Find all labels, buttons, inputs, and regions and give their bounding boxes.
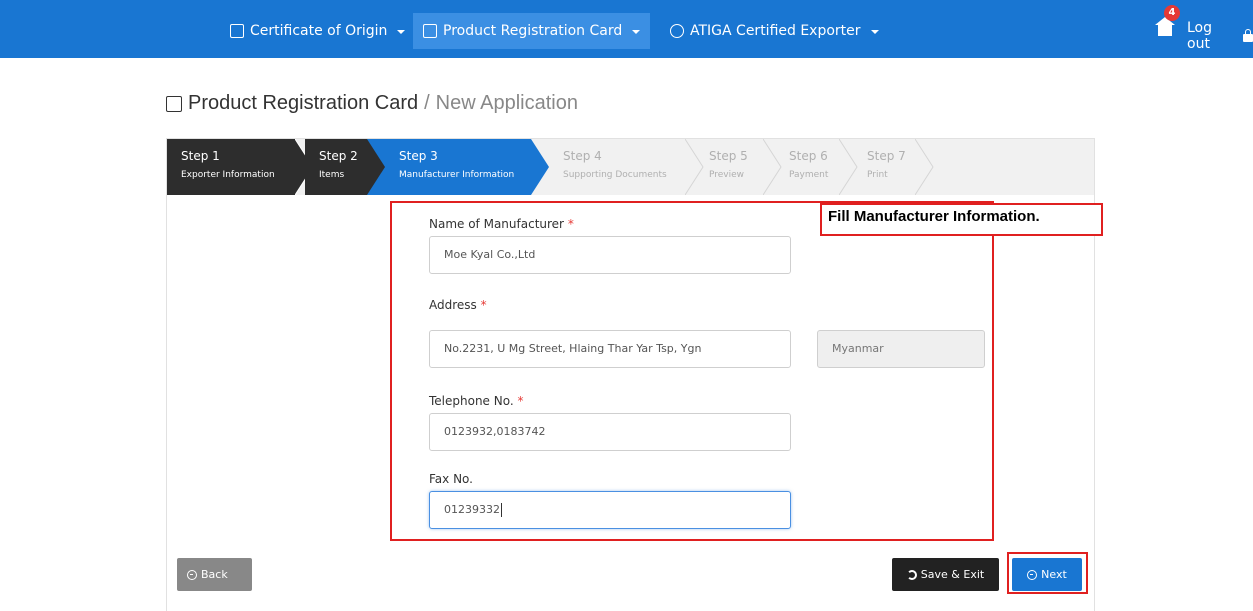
step-4[interactable]: Step 4 Supporting Documents [549, 139, 685, 195]
home-button[interactable] [1155, 17, 1178, 40]
logout-label: Log out [1187, 20, 1213, 52]
next-button-label: Next [1041, 568, 1067, 581]
notification-badge: 4 [1164, 5, 1180, 21]
page-title-main: Product Registration Card [188, 92, 419, 114]
step-subtitle: Items [319, 170, 345, 180]
fax-label: Fax No. [429, 472, 473, 486]
manufacturer-label: Name of Manufacturer * [429, 217, 574, 231]
step-subtitle: Preview [709, 170, 745, 180]
required-asterisk: * [480, 298, 487, 312]
lock-icon [1243, 29, 1253, 42]
step-2[interactable]: Step 2 Items [305, 139, 367, 195]
required-asterisk: * [567, 217, 574, 231]
step-title: Step 1 [181, 149, 220, 163]
step-title: Step 2 [319, 149, 358, 163]
chevron-down-icon [870, 30, 879, 34]
save-exit-button[interactable]: Save & Exit [892, 558, 999, 591]
step-title: Step 6 [789, 149, 828, 163]
nav-certificate-label: Certificate of Origin [250, 23, 388, 39]
fax-label-text: Fax No. [429, 472, 473, 486]
address-input[interactable]: No.2231, U Mg Street, Hlaing Thar Yar Ts… [429, 330, 791, 368]
undo-icon [906, 569, 917, 580]
step-1[interactable]: Step 1 Exporter Information [167, 139, 295, 195]
logout-link[interactable]: Log out [1187, 20, 1253, 52]
telephone-label: Telephone No. * [429, 394, 524, 408]
arrow-right-circle-icon [1027, 569, 1038, 580]
step-subtitle: Payment [789, 170, 829, 180]
page-title: Product Registration Card / New Applicat… [166, 92, 578, 115]
address-label-text: Address [429, 298, 477, 312]
id-card-icon [166, 95, 182, 112]
nav-atiga-label: ATIGA Certified Exporter [690, 23, 861, 39]
nav-product-label: Product Registration Card [443, 23, 623, 39]
step-3[interactable]: Step 3 Manufacturer Information [385, 139, 531, 195]
back-button[interactable]: Back [177, 558, 252, 591]
nav-product-registration-card[interactable]: Product Registration Card [413, 13, 651, 49]
manufacturer-name-input[interactable]: Moe Kyal Co.,Ltd [429, 236, 791, 274]
step-7[interactable]: Step 7 Print [853, 139, 913, 195]
step-subtitle: Print [867, 170, 888, 180]
step-title: Step 4 [563, 149, 602, 163]
telephone-label-text: Telephone No. [429, 394, 514, 408]
step-5[interactable]: Step 5 Preview [695, 139, 765, 195]
fax-input-value: 01239332 [444, 503, 500, 516]
document-icon [230, 24, 244, 38]
nav-atiga-certified-exporter[interactable]: ATIGA Certified Exporter [670, 13, 879, 49]
step-subtitle: Supporting Documents [563, 170, 667, 180]
manufacturer-label-text: Name of Manufacturer [429, 217, 564, 231]
fax-input[interactable]: 01239332 [429, 491, 791, 529]
telephone-input[interactable]: 0123932,0183742 [429, 413, 791, 451]
page-title-sub: New Application [435, 92, 578, 114]
top-navbar: Certificate of Origin Product Registrati… [0, 0, 1253, 58]
step-title: Step 3 [399, 149, 438, 163]
chevron-down-icon [397, 30, 406, 34]
wizard-steps: Step 1 Exporter Information Step 2 Items… [167, 139, 1094, 195]
breadcrumb-separator: / [424, 92, 430, 114]
address-label: Address * [429, 298, 487, 312]
next-button[interactable]: Next [1012, 558, 1082, 591]
step-subtitle: Exporter Information [181, 170, 275, 180]
step-divider [915, 139, 934, 195]
save-exit-label: Save & Exit [920, 568, 985, 581]
required-asterisk: * [517, 394, 524, 408]
step-6[interactable]: Step 6 Payment [775, 139, 841, 195]
annotation-callout: Fill Manufacturer Information. [820, 203, 1103, 236]
step-divider [531, 139, 549, 195]
chevron-down-icon [632, 30, 641, 34]
step-title: Step 5 [709, 149, 748, 163]
country-field: Myanmar [817, 330, 985, 368]
step-subtitle: Manufacturer Information [399, 170, 515, 180]
back-button-label: Back [201, 568, 228, 581]
home-icon [1155, 17, 1175, 36]
step-divider [367, 139, 387, 195]
step-title: Step 7 [867, 149, 906, 163]
text-cursor [501, 503, 502, 517]
arrow-left-circle-icon [187, 569, 197, 580]
user-circle-icon [670, 24, 684, 38]
nav-certificate-of-origin[interactable]: Certificate of Origin [230, 13, 406, 49]
id-card-icon [423, 24, 437, 38]
